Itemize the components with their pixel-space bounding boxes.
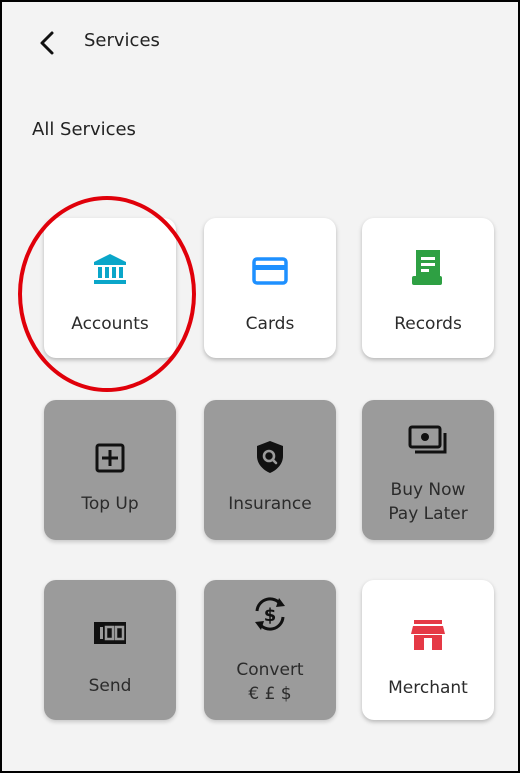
back-button[interactable] [32,26,66,60]
bank-icon [44,252,176,286]
tile-merchant[interactable]: Merchant [362,580,494,720]
money-icon [44,620,176,646]
services-screen: Services All Services Accounts Cards Rec… [0,0,520,773]
tile-accounts[interactable]: Accounts [44,218,176,358]
tile-label-line: Pay Later [388,504,468,524]
section-title: All Services [32,119,136,140]
tile-cards[interactable]: Cards [204,218,336,358]
tile-buy-now-pay-later[interactable]: Buy Now Pay Later [362,400,494,540]
tile-label: Accounts [71,314,149,334]
tile-top-up[interactable]: Top Up [44,400,176,540]
credit-card-icon [204,256,336,286]
payments-icon [362,424,494,456]
svg-text:$: $ [264,605,277,626]
tile-label: Buy Now Pay Later [362,478,494,526]
tile-label: Send [88,676,132,696]
plus-box-icon [44,442,176,474]
tile-records[interactable]: Records [362,218,494,358]
tile-label-line: € £ $ [248,684,292,704]
tile-label: Cards [245,314,295,334]
page-title: Services [84,30,160,51]
currency-exchange-icon: $ [204,594,336,634]
tile-convert[interactable]: $ Convert € £ $ [204,580,336,720]
tile-label: Top Up [81,494,139,514]
app-header: Services [2,2,518,82]
tile-label-line: Buy Now [390,480,466,500]
tile-label: Convert € £ $ [204,658,336,706]
tile-label: Records [394,314,462,334]
receipt-icon [362,248,494,288]
chevron-left-icon [40,31,54,55]
tile-insurance[interactable]: Insurance [204,400,336,540]
tile-send[interactable]: Send [44,580,176,720]
store-icon [362,618,494,652]
tile-label: Insurance [228,494,312,514]
tile-label-line: Convert [236,660,304,680]
tile-label: Merchant [388,678,468,698]
shield-search-icon [204,440,336,474]
